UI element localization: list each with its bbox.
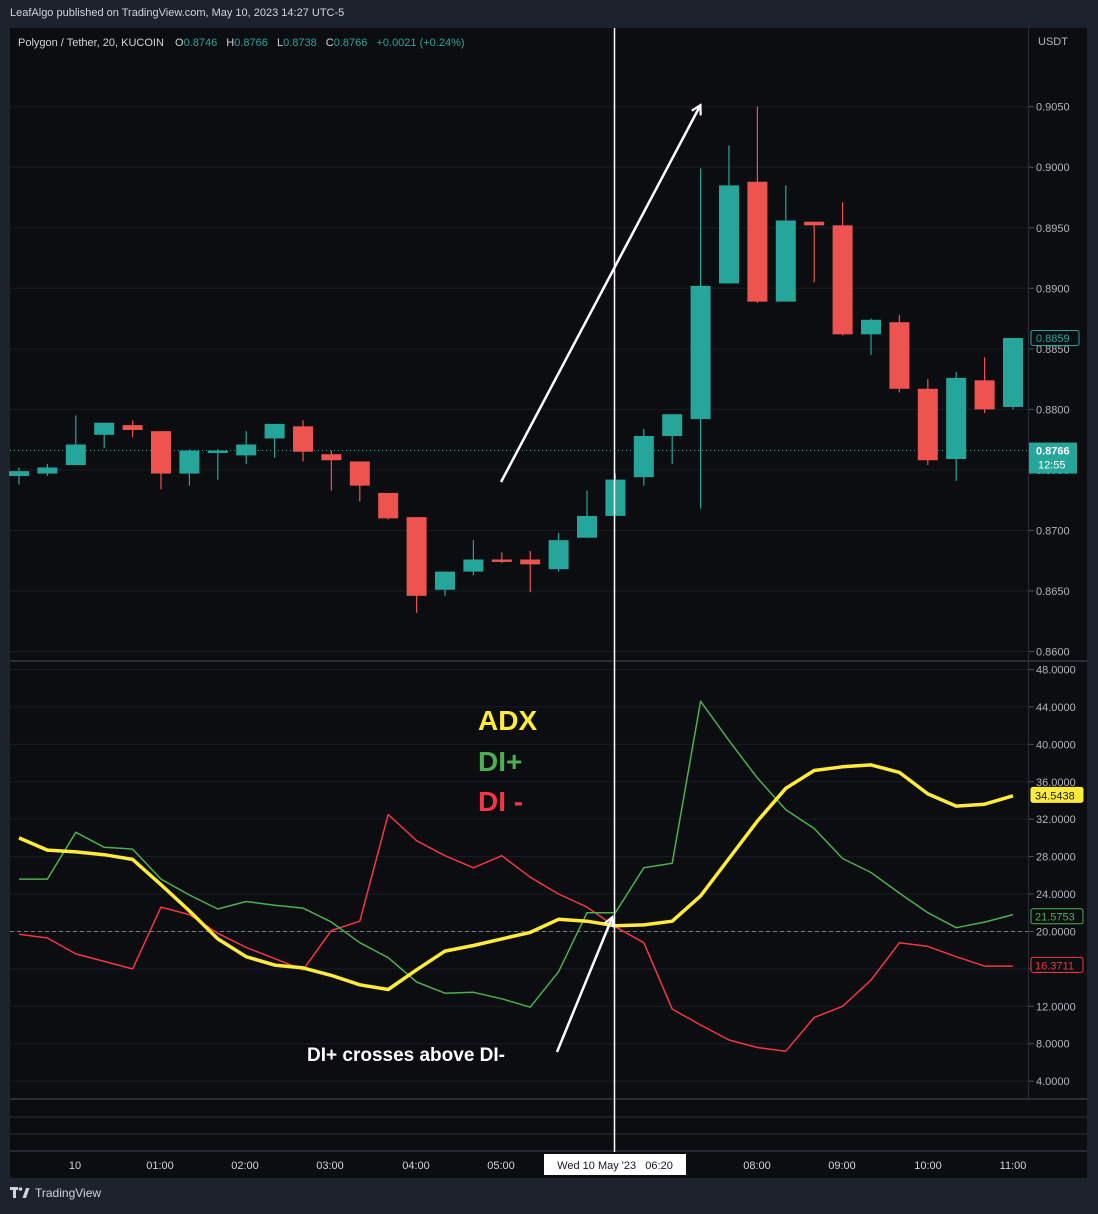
time-tick-label: 01:00 [146,1160,174,1172]
candle-body [293,426,313,452]
candle-body [832,225,853,335]
candle-body [264,423,285,439]
candle-body [349,461,370,486]
di-plus-label: DI+ [478,746,522,777]
indicator-tick-label: 32.0000 [1036,814,1076,826]
indicator-tick-label: 28.0000 [1036,852,1076,864]
series-last-value: 21.5753 [1035,912,1075,924]
candle-body [577,515,597,538]
indicator-tick-label: 40.0000 [1036,739,1076,751]
time-tick-label: 03:00 [316,1160,344,1172]
candle-body [946,377,967,460]
candle-body [179,450,200,474]
time-tick-label: 09:00 [828,1160,856,1172]
series-last-value: 16.3711 [1035,960,1074,972]
price-tick-label: 0.8900 [1036,283,1070,295]
time-tick-label: 11:00 [1000,1160,1027,1172]
indicator-tick-label: 24.0000 [1036,889,1076,901]
candle-body [719,185,739,284]
last-price-text: 0.8766 [1036,446,1070,458]
candle-body [917,388,938,461]
candle-body [861,319,881,335]
candle-body [37,467,58,474]
candle-body [633,436,654,478]
candle-body [690,285,711,420]
hi-price-text: 0.8859 [1036,333,1070,345]
price-pane[interactable] [10,28,1028,660]
cross-note: DI+ crosses above DI- [307,1045,505,1066]
candle-body [435,571,455,590]
time-tick-label: 02:00 [231,1160,259,1172]
candle-body [491,559,512,562]
candle-body [804,221,825,226]
candle-body [122,425,143,430]
candle-body [520,559,541,565]
tradingview-logo-icon [10,1187,30,1198]
indicator-tick-label: 12.0000 [1036,1001,1076,1013]
time-tick-label: 08:00 [743,1160,771,1172]
candle-body [463,559,484,572]
crosshair-time-badge: Wed 10 May '23 06:20 [544,1154,686,1175]
price-tick-label: 0.8800 [1036,404,1070,416]
candle-body [406,517,427,596]
tradingview-footer[interactable]: TradingView [10,1186,101,1200]
price-tick-label: 0.9000 [1036,162,1070,174]
empty-pane [10,1100,1087,1150]
candle-body [889,322,910,389]
candle-body [605,479,626,516]
candle-body [207,450,228,453]
candle-body [775,220,796,302]
indicator-tick-label: 8.0000 [1036,1039,1070,1051]
time-tick-label: 04:00 [402,1160,430,1172]
candle-body [1003,337,1023,407]
price-tick-label: 0.8950 [1036,223,1070,235]
currency-label: USDT [1038,36,1068,48]
countdown-text: 12:55 [1038,460,1066,472]
indicator-tick-label: 20.0000 [1036,926,1076,938]
candle-body [747,181,768,302]
indicator-tick-label: 4.0000 [1036,1076,1070,1088]
time-tick-label: 10 [69,1160,81,1172]
time-tick-label: 10:00 [914,1160,942,1172]
candle-body [378,492,399,519]
indicator-tick-label: 48.0000 [1036,664,1076,676]
series-last-value: 34.5438 [1035,790,1075,802]
time-tick-label: 05:00 [487,1160,515,1172]
tradingview-brand: TradingView [35,1186,102,1200]
candle-body [94,422,115,435]
candle-body [9,471,29,476]
candle-body [65,444,86,466]
price-tick-label: 0.8700 [1036,525,1070,537]
candle-body [151,431,171,474]
last-price-badge: 0.8766 12:55 [1029,442,1077,474]
indicator-tick-label: 44.0000 [1036,702,1076,714]
candle-body [548,540,569,570]
adx-label: ADX [478,705,537,736]
indicator-axis[interactable] [1029,662,1087,1098]
symbol-legend: Polygon / Tether, 20, KUCOIN O0.8746 H0.… [18,37,465,49]
candle-body [974,380,995,410]
di-minus-label: DI - [478,786,523,817]
symbol-name: Polygon / Tether, 20, KUCOIN [18,37,164,49]
candle-body [662,414,683,437]
chart-frame: USDT 0.86000.86500.87000.87500.88000.885… [9,28,1087,1178]
price-tick-label: 0.8600 [1036,647,1070,659]
price-tick-label: 0.9050 [1036,102,1070,114]
price-tick-label: 0.8650 [1036,586,1070,598]
crosshair-time-text: Wed 10 May '23 06:20 [557,1160,673,1172]
candle-body [236,444,257,456]
candle-body [321,454,342,461]
hi-price-badge: 0.8859 [1030,329,1080,346]
